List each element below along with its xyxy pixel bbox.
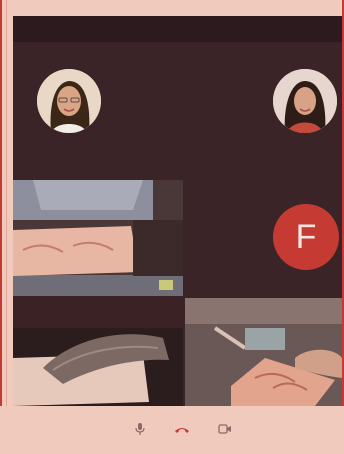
participant-tile-2[interactable]	[185, 42, 342, 180]
video-call-window: F	[13, 16, 342, 406]
participant-initial-avatar: F	[273, 204, 339, 270]
microphone-icon	[133, 422, 147, 441]
left-edge-line	[6, 0, 7, 454]
microphone-button[interactable]	[127, 418, 153, 444]
participant-avatar-photo-2	[273, 69, 337, 133]
camera-button[interactable]	[212, 418, 238, 444]
hang-up-button[interactable]	[169, 418, 195, 444]
participant-avatar-photo-1	[37, 69, 101, 133]
call-controls-bar	[0, 406, 344, 454]
meeting-screen: F	[0, 0, 344, 454]
camera-icon	[218, 422, 232, 440]
window-top-bar	[13, 16, 342, 42]
participant-tile-letter[interactable]: F	[185, 180, 342, 296]
participant-video-1[interactable]	[13, 180, 183, 296]
left-edge-border	[0, 0, 2, 454]
participant-video-2[interactable]	[13, 298, 183, 406]
participant-tile-1[interactable]	[13, 42, 183, 180]
participant-video-3[interactable]	[185, 298, 342, 406]
hang-up-icon	[174, 422, 190, 440]
